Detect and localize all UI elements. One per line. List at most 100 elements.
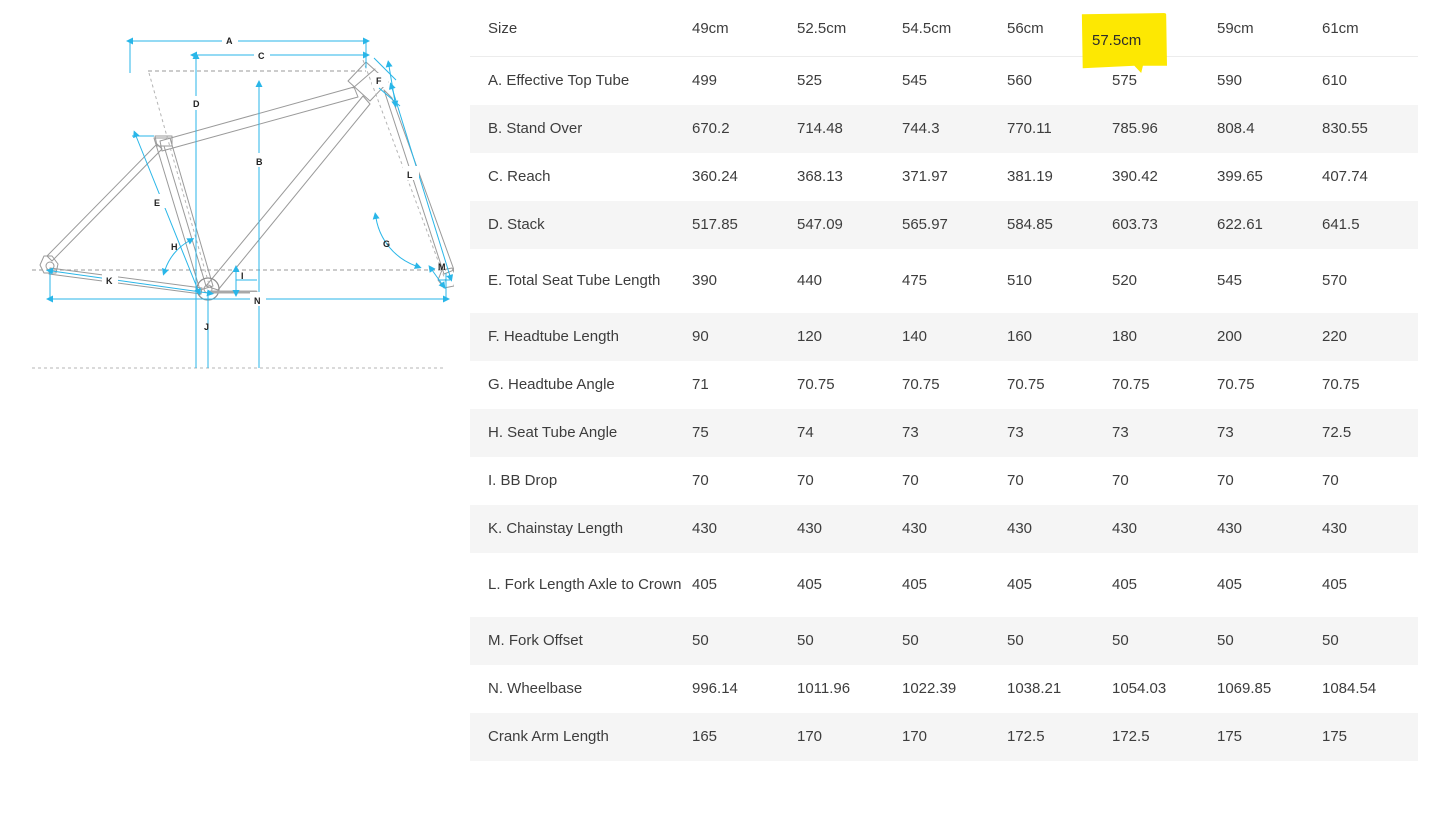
- row-value: 70: [1217, 456, 1322, 505]
- table-row: B. Stand Over 670.2 714.48 744.3 770.11 785.9…: [470, 104, 1418, 153]
- row-value: 517.85: [692, 200, 797, 249]
- table-row: H. Seat Tube Angle 75 74 73 73 73 73 72.5: [470, 408, 1418, 457]
- row-value: 525: [797, 56, 902, 105]
- row-value: 399.65: [1217, 152, 1322, 201]
- row-value: 510: [1007, 248, 1112, 313]
- row-value: 70: [692, 456, 797, 505]
- row-value: 603.73: [1112, 200, 1217, 249]
- row-value: 1054.03: [1112, 664, 1217, 713]
- header-cell-size-2[interactable]: 52.5cm: [797, 0, 902, 57]
- row-value: 545: [902, 56, 1007, 105]
- row-value: 73: [902, 408, 1007, 457]
- row-label: H. Seat Tube Angle: [470, 408, 692, 457]
- row-label: B. Stand Over: [470, 104, 692, 153]
- dim-G-arc: [372, 212, 422, 269]
- table-row: L. Fork Length Axle to Crown 405 405 405 405…: [470, 552, 1418, 617]
- table-row: E. Total Seat Tube Length 390 440 475 510 520…: [470, 248, 1418, 313]
- row-value: 50: [1217, 616, 1322, 665]
- row-value: 430: [1112, 504, 1217, 553]
- row-value: 180: [1112, 312, 1217, 361]
- spec-table-head: Size 49cm 52.5cm 54.5cm 56cm 57.5cm 59cm…: [470, 0, 1418, 57]
- row-value: 71: [692, 360, 797, 409]
- row-value: 670.2: [692, 104, 797, 153]
- row-value: 381.19: [1007, 152, 1112, 201]
- table-row: N. Wheelbase 996.14 1011.96 1022.39 1038.21 1…: [470, 664, 1418, 713]
- row-value: 170: [902, 712, 1007, 761]
- dim-label-A: A: [226, 36, 233, 46]
- table-row: M. Fork Offset 50 50 50 50 50 50 50: [470, 616, 1418, 665]
- row-label: E. Total Seat Tube Length: [470, 248, 692, 313]
- row-value: 120: [797, 312, 902, 361]
- row-value: 407.74: [1322, 152, 1418, 201]
- row-value: 622.61: [1217, 200, 1322, 249]
- row-label: C. Reach: [470, 152, 692, 201]
- dim-label-M: M: [438, 262, 446, 272]
- row-label: N. Wheelbase: [470, 664, 692, 713]
- dim-label-L: L: [407, 170, 413, 180]
- dim-label-G: G: [383, 239, 390, 249]
- row-value: 70.75: [1007, 360, 1112, 409]
- row-value: 368.13: [797, 152, 902, 201]
- row-value: 430: [692, 504, 797, 553]
- dim-label-F: F: [376, 76, 382, 86]
- spec-table-body: A. Effective Top Tube 499 525 545 560 575 590 6…: [470, 56, 1418, 761]
- seat-tube-inner: [163, 145, 207, 287]
- table-row: I. BB Drop 70 70 70 70 70 70 70: [470, 456, 1418, 505]
- row-value: 1022.39: [902, 664, 1007, 713]
- seat-stay: [46, 143, 163, 262]
- row-value: 547.09: [797, 200, 902, 249]
- header-cell-size-6[interactable]: 59cm: [1217, 0, 1322, 57]
- row-value: 808.4: [1217, 104, 1322, 153]
- header-cell-size-1[interactable]: 49cm: [692, 0, 797, 57]
- spec-table-header-row: Size 49cm 52.5cm 54.5cm 56cm 57.5cm 59cm…: [470, 0, 1418, 57]
- seat-tube: [153, 137, 214, 291]
- geometry-spec-page: A C D B E F G H I J K L M N Size 49cm 52…: [0, 0, 1449, 827]
- row-value: 371.97: [902, 152, 1007, 201]
- row-label: A. Effective Top Tube: [470, 56, 692, 105]
- dim-label-B: B: [256, 157, 263, 167]
- row-value: 50: [797, 616, 902, 665]
- row-value: 405: [1112, 552, 1217, 617]
- bike-frame-geometry-diagram: A C D B E F G H I J K L M N: [32, 34, 454, 369]
- row-value: 430: [1322, 504, 1418, 553]
- row-value: 50: [692, 616, 797, 665]
- row-value: 430: [902, 504, 1007, 553]
- dim-label-K: K: [106, 276, 113, 286]
- row-value: 160: [1007, 312, 1112, 361]
- down-tube: [205, 95, 371, 291]
- row-value: 1084.54: [1322, 664, 1418, 713]
- row-value: 73: [1217, 408, 1322, 457]
- geometry-spec-table: Size 49cm 52.5cm 54.5cm 56cm 57.5cm 59cm…: [470, 0, 1418, 761]
- row-label: D. Stack: [470, 200, 692, 249]
- row-value: 714.48: [797, 104, 902, 153]
- table-row: G. Headtube Angle 71 70.75 70.75 70.75 70.75 7…: [470, 360, 1418, 409]
- row-value: 430: [797, 504, 902, 553]
- row-value: 75: [692, 408, 797, 457]
- dim-K-line: [46, 267, 214, 297]
- dim-label-J: J: [204, 322, 209, 332]
- table-row: Crank Arm Length 165 170 170 172.5 172.5 175 17…: [470, 712, 1418, 761]
- table-row: A. Effective Top Tube 499 525 545 560 575 590 6…: [470, 56, 1418, 105]
- row-value: 200: [1217, 312, 1322, 361]
- header-cell-size-3[interactable]: 54.5cm: [902, 0, 1007, 57]
- row-value: 405: [1217, 552, 1322, 617]
- row-value: 72.5: [1322, 408, 1418, 457]
- row-value: 140: [902, 312, 1007, 361]
- row-value: 90: [692, 312, 797, 361]
- header-cell-size: Size: [470, 0, 692, 57]
- fork-blade: [383, 89, 454, 275]
- dim-label-D: D: [193, 99, 200, 109]
- dim-label-H: H: [171, 242, 178, 252]
- diagram-panel: A C D B E F G H I J K L M N: [0, 0, 470, 827]
- row-value: 405: [1007, 552, 1112, 617]
- row-value: 170: [797, 712, 902, 761]
- row-value: 830.55: [1322, 104, 1418, 153]
- dim-label-N: N: [254, 296, 261, 306]
- header-cell-size-7[interactable]: 61cm: [1322, 0, 1418, 57]
- row-value: 405: [797, 552, 902, 617]
- row-value: 70: [797, 456, 902, 505]
- row-value: 70: [1112, 456, 1217, 505]
- row-value: 430: [1007, 504, 1112, 553]
- row-value: 220: [1322, 312, 1418, 361]
- row-value: 405: [902, 552, 1007, 617]
